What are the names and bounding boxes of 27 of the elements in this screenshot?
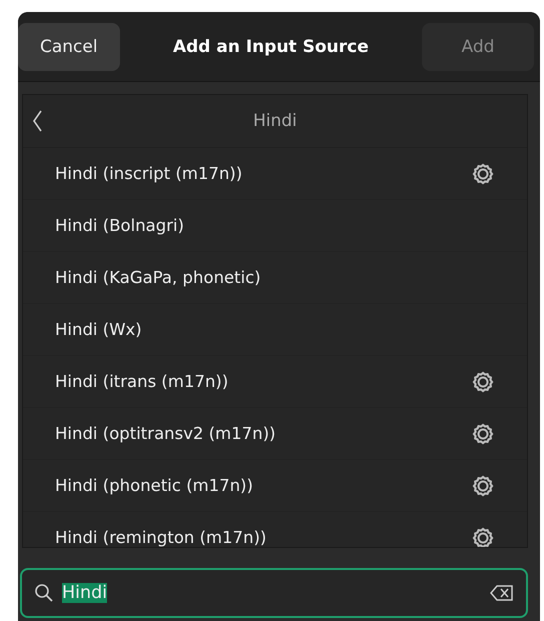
layout-name: Hindi (itrans (m17n)): [55, 372, 228, 391]
list-item[interactable]: Hindi (Bolnagri): [23, 200, 527, 252]
list-title: Hindi: [253, 111, 297, 131]
layout-name: Hindi (phonetic (m17n)): [55, 476, 254, 495]
layout-name: Hindi (inscript (m17n)): [55, 164, 242, 183]
clear-icon[interactable]: [490, 584, 514, 602]
dialog-title: Add an Input Source: [172, 36, 369, 56]
cancel-button[interactable]: Cancel: [18, 22, 120, 70]
list-item[interactable]: Hindi (remington (m17n)): [23, 512, 527, 547]
layout-name: Hindi (KaGaPa, phonetic): [55, 268, 261, 287]
gear-icon: [471, 474, 495, 498]
list-item[interactable]: Hindi (phonetic (m17n)): [23, 460, 527, 512]
gear-icon: [471, 422, 495, 446]
search-field[interactable]: Hindi: [20, 568, 528, 618]
list-item[interactable]: Hindi (itrans (m17n)): [23, 356, 527, 408]
list-item[interactable]: Hindi (optitransv2 (m17n)): [23, 408, 527, 460]
layout-name: Hindi (optitransv2 (m17n)): [55, 424, 276, 443]
layout-name: Hindi (remington (m17n)): [55, 528, 266, 547]
layout-name: Hindi (Wx): [55, 320, 142, 339]
list-item[interactable]: Hindi (inscript (m17n)): [23, 148, 527, 200]
search-icon: [34, 583, 54, 603]
layout-name: Hindi (Bolnagri): [55, 216, 184, 235]
gear-icon: [471, 526, 495, 547]
gear-icon: [471, 370, 495, 394]
gear-icon: [471, 162, 495, 186]
list-item[interactable]: Hindi (KaGaPa, phonetic): [23, 252, 527, 304]
list-item[interactable]: Hindi (Wx): [23, 304, 527, 356]
